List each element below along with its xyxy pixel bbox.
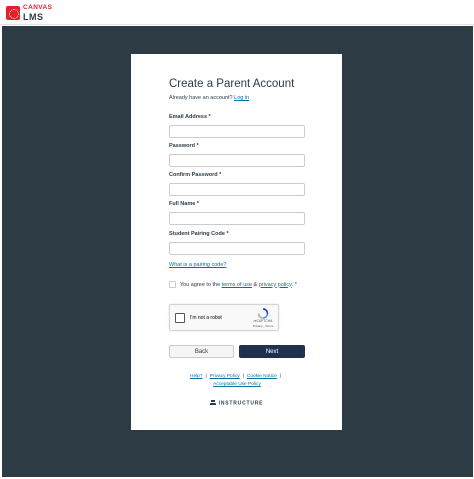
- recaptcha-icon: [257, 308, 269, 319]
- login-prompt: Already have an account? Log in: [169, 95, 249, 101]
- recaptcha-brand: reCAPTCHA: [253, 319, 273, 323]
- full-name-field[interactable]: [169, 212, 305, 225]
- privacy-policy-link[interactable]: privacy policy: [259, 282, 292, 288]
- back-button[interactable]: Back: [169, 345, 234, 358]
- already-text: Already have an account?: [169, 95, 233, 101]
- signup-card: Create a Parent Account Already have an …: [131, 54, 342, 430]
- pairing-code-field[interactable]: [169, 242, 305, 255]
- terms-agreement: You agree to the terms of use & privacy …: [169, 281, 297, 288]
- confirm-password-field[interactable]: [169, 183, 305, 196]
- pairing-code-label: Student Pairing Code *: [169, 231, 229, 237]
- agree-and: &: [253, 281, 258, 288]
- page-title: Create a Parent Account: [169, 78, 295, 90]
- terms-checkbox[interactable]: [169, 281, 176, 288]
- pairing-code-help-link[interactable]: What is a pairing code?: [169, 262, 226, 268]
- login-link[interactable]: Log in: [234, 95, 249, 101]
- help-link[interactable]: Help?: [190, 374, 203, 379]
- separator: |: [242, 374, 244, 379]
- cookie-notice-link[interactable]: Cookie Notice: [247, 374, 277, 379]
- full-name-label: Full Name *: [169, 201, 199, 207]
- footer-links: Help? | Privacy Policy | Cookie Notice | Acce…: [169, 373, 305, 389]
- instructure-logo[interactable]: INSTRUCTURE: [131, 400, 342, 407]
- next-button[interactable]: Next: [239, 345, 305, 358]
- privacy-policy-footer-link[interactable]: Privacy Policy: [210, 374, 240, 379]
- instructure-icon: [209, 400, 216, 405]
- separator: |: [205, 374, 207, 379]
- acceptable-use-policy-link[interactable]: Acceptable Use Policy: [213, 382, 261, 387]
- agree-suffix: . *: [291, 281, 297, 288]
- canvas-logo-icon: [6, 6, 20, 21]
- recaptcha-label: I'm not a robot: [190, 315, 222, 321]
- separator: |: [279, 374, 282, 379]
- logo-lms-text: LMS: [23, 11, 44, 22]
- instructure-text: INSTRUCTURE: [218, 400, 264, 407]
- logo-canvas-text: CANVAS: [23, 4, 53, 11]
- recaptcha-widget: I'm not a robot reCAPTCHA Privacy - Term…: [169, 304, 279, 331]
- confirm-password-label: Confirm Password *: [169, 172, 222, 178]
- recaptcha-privacy-terms[interactable]: Privacy - Terms: [248, 324, 278, 328]
- password-field[interactable]: [169, 154, 305, 167]
- password-label: Password *: [169, 143, 199, 149]
- logo-text: CANVAS LMS: [23, 4, 53, 22]
- recaptcha-checkbox[interactable]: [175, 313, 185, 323]
- agree-prefix: You agree to the: [180, 281, 221, 288]
- email-field[interactable]: [169, 125, 305, 138]
- canvas-logo[interactable]: CANVAS LMS: [6, 4, 53, 22]
- email-label: Email Address *: [169, 114, 211, 120]
- terms-of-use-link[interactable]: terms of use: [222, 282, 252, 288]
- top-bar: CANVAS LMS: [0, 0, 474, 25]
